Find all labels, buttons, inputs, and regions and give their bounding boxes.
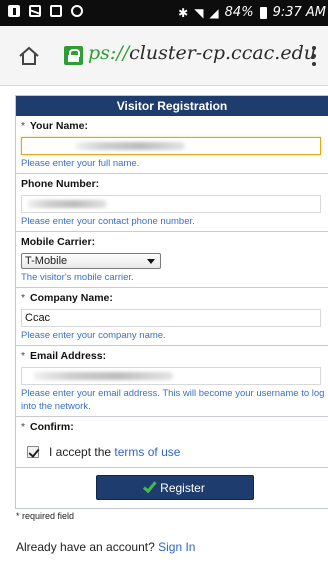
browser-toolbar: ps://cluster-cp.ccac.edu (0, 26, 328, 86)
confirm-label: * Confirm: (21, 421, 74, 433)
lock-icon[interactable] (64, 46, 83, 65)
email-field-group: * Email Address: Please enter your email… (16, 346, 328, 417)
mail-icon (29, 5, 41, 17)
status-system: ✱ ◥ ◢ 84% 9:37 AM (178, 5, 326, 20)
carrier-selected: T-Mobile (25, 255, 68, 267)
home-icon[interactable] (18, 46, 40, 66)
carrier-select[interactable]: T-Mobile (21, 253, 161, 269)
terms-row: I accept the terms of use (21, 443, 328, 461)
bluetooth-icon: ✱ (178, 5, 189, 20)
name-hint: Please enter your full name. (21, 158, 140, 169)
required-note: * required field (16, 511, 75, 521)
email-label: * Email Address: (21, 350, 107, 362)
screen-icon (50, 5, 62, 17)
checkmark-icon (143, 478, 157, 494)
flipboard-icon (8, 5, 20, 17)
terms-checkbox[interactable] (27, 446, 39, 458)
company-hint: Please enter your company name. (21, 330, 166, 341)
name-field-group: * Your Name: Please enter your full name… (16, 116, 328, 174)
accept-text: I accept the (49, 445, 112, 459)
company-field-group: * Company Name: Ccac Please enter your c… (16, 288, 328, 346)
caret-down-icon (147, 258, 155, 264)
signin-link[interactable]: Sign In (158, 540, 195, 554)
account-prompt: Already have an account? Sign In (16, 540, 195, 554)
clock-icon (71, 5, 83, 17)
email-hint: Please enter your email address. This wi… (21, 388, 325, 412)
register-button[interactable]: Register (96, 475, 254, 500)
phone-hint: Please enter your contact phone number. (21, 216, 195, 227)
url-prefix: ps:// (88, 42, 130, 64)
status-bar: ✱ ◥ ◢ 84% 9:37 AM (0, 0, 328, 26)
carrier-hint: The visitor's mobile carrier. (21, 272, 134, 283)
company-input[interactable]: Ccac (21, 309, 321, 327)
phone-field-group: Phone Number: Please enter your contact … (16, 174, 328, 232)
account-text: Already have an account? (16, 540, 155, 554)
company-label: * Company Name: (21, 292, 113, 304)
phone-label: Phone Number: (21, 178, 100, 190)
name-input[interactable] (21, 137, 321, 155)
status-notifications (8, 5, 83, 17)
confirm-field-group: * Confirm: I accept the terms of use (16, 417, 328, 468)
battery-icon (259, 6, 267, 19)
phone-input[interactable] (21, 195, 321, 213)
terms-link[interactable]: terms of use (114, 445, 180, 459)
register-label: Register (160, 480, 205, 495)
carrier-field-group: Mobile Carrier: T-Mobile The visitor's m… (16, 232, 328, 288)
carrier-label: Mobile Carrier: (21, 236, 96, 248)
url-field[interactable]: ps://cluster-cp.ccac.edu (88, 42, 316, 64)
url-host: cluster-cp.ccac.edu (129, 42, 316, 64)
menu-icon[interactable] (312, 46, 316, 66)
wifi-icon: ◥ (194, 5, 204, 20)
battery-percent: 84% (224, 5, 254, 20)
clock-time: 9:37 AM (272, 5, 326, 20)
email-input[interactable] (21, 367, 321, 385)
submit-area: Register (16, 468, 328, 508)
visitor-registration-form: Visitor Registration * Your Name: Please… (15, 95, 328, 509)
name-label: * Your Name: (21, 120, 88, 132)
form-title: Visitor Registration (16, 96, 328, 116)
signal-icon: ◢ (209, 5, 219, 20)
